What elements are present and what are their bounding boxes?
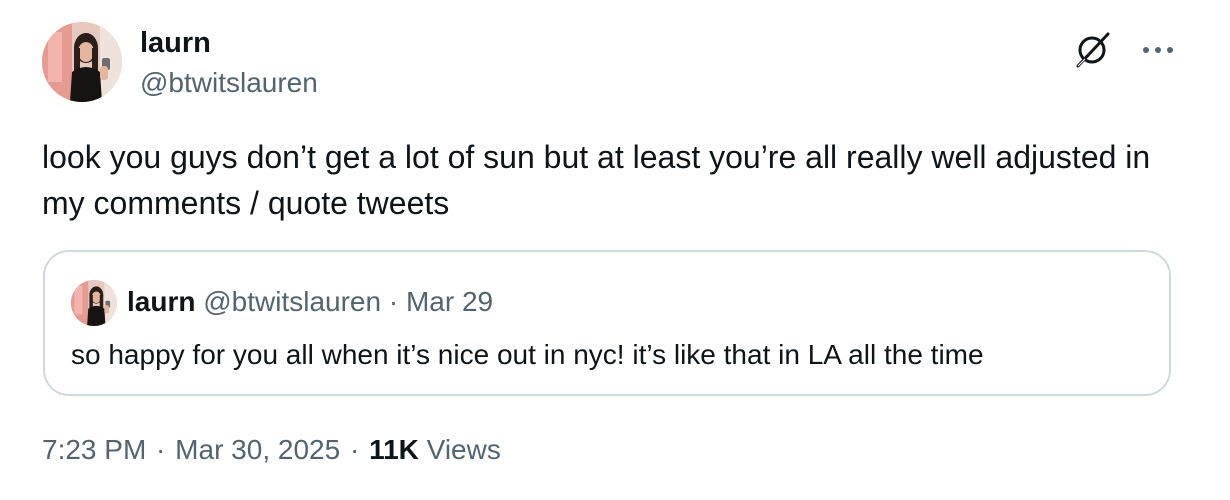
quoted-tweet-card[interactable]: laurn @btwitslauren · Mar 29 so happy fo…: [43, 250, 1171, 396]
grok-icon[interactable]: [1070, 28, 1114, 72]
footer-separator: ·: [148, 434, 174, 465]
quoted-tweet-date[interactable]: Mar 29: [406, 286, 493, 317]
quoted-meta-separator: ·: [381, 286, 406, 317]
quoted-author-avatar[interactable]: [71, 280, 117, 326]
more-dots-glyph: [1143, 47, 1173, 53]
footer-separator: ·: [342, 434, 368, 465]
grok-glyph: [1076, 32, 1110, 68]
views-count[interactable]: 11K: [369, 434, 419, 465]
tweet-text: look you guys don’t get a lot of sun but…: [42, 139, 1151, 221]
avatar-image: [42, 22, 122, 102]
tweet-footer: 7:23 PM · Mar 30, 2025 · 11K Views: [42, 432, 501, 468]
author-avatar[interactable]: [42, 22, 122, 102]
tweet-date[interactable]: Mar 30, 2025: [175, 434, 340, 465]
quoted-author-display-name[interactable]: laurn: [127, 286, 195, 317]
quoted-avatar-image: [71, 280, 117, 326]
tweet: laurn @btwitslauren look you guys don’t …: [0, 0, 1230, 500]
tweet-time[interactable]: 7:23 PM: [42, 434, 146, 465]
views-label: Views: [418, 434, 501, 465]
author-display-name[interactable]: laurn: [140, 26, 211, 60]
quoted-tweet-header: laurn @btwitslauren · Mar 29: [127, 284, 493, 320]
quoted-author-handle[interactable]: @btwitslauren: [203, 286, 381, 317]
more-horizontal-icon[interactable]: [1138, 36, 1178, 64]
author-handle[interactable]: @btwitslauren: [140, 66, 318, 100]
quoted-tweet-text: so happy for you all when it’s nice out …: [71, 339, 984, 370]
